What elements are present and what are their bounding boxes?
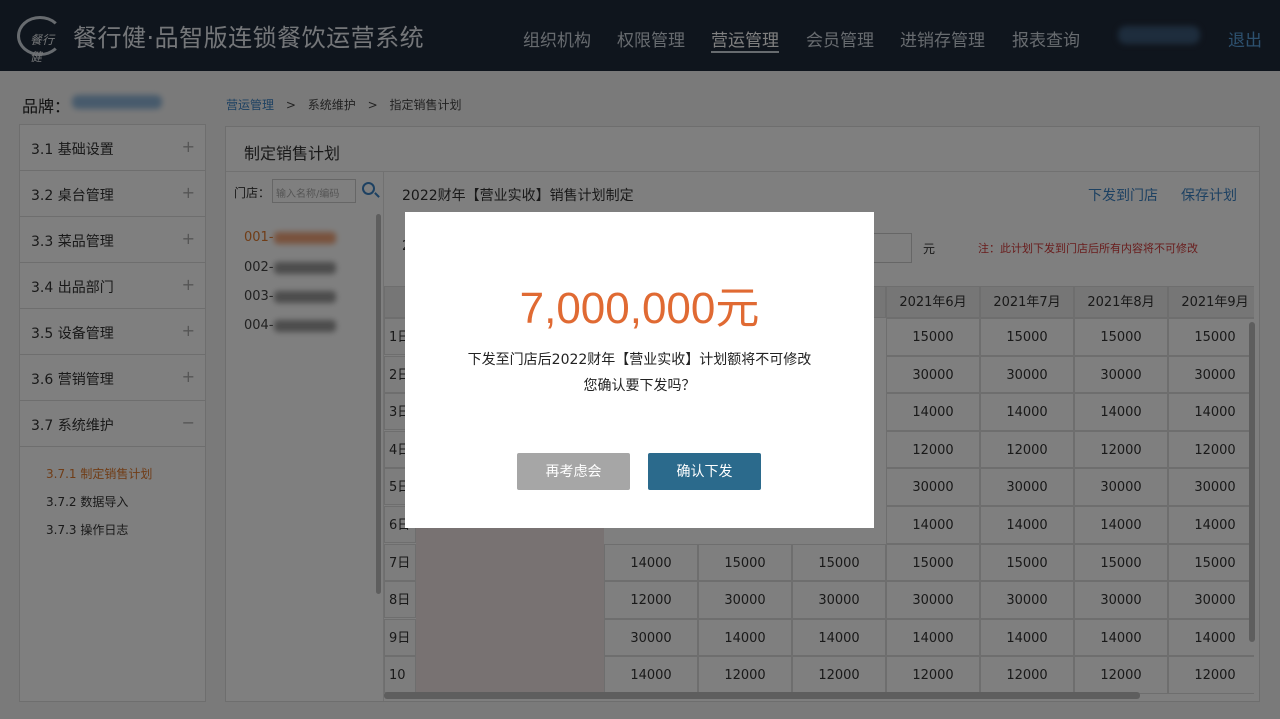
dialog-message: 下发至门店后2022财年【营业实收】计划额将不可修改: [467, 352, 812, 368]
cancel-button[interactable]: 再考虑会: [517, 453, 630, 490]
dialog-question: 您确认要下发吗？: [583, 378, 696, 394]
plan-amount: 7,000,000元: [519, 284, 760, 333]
confirm-dialog: 7,000,000元 下发至门店后2022财年【营业实收】计划额将不可修改 您确…: [405, 212, 874, 528]
confirm-dispatch-button[interactable]: 确认下发: [648, 453, 761, 490]
